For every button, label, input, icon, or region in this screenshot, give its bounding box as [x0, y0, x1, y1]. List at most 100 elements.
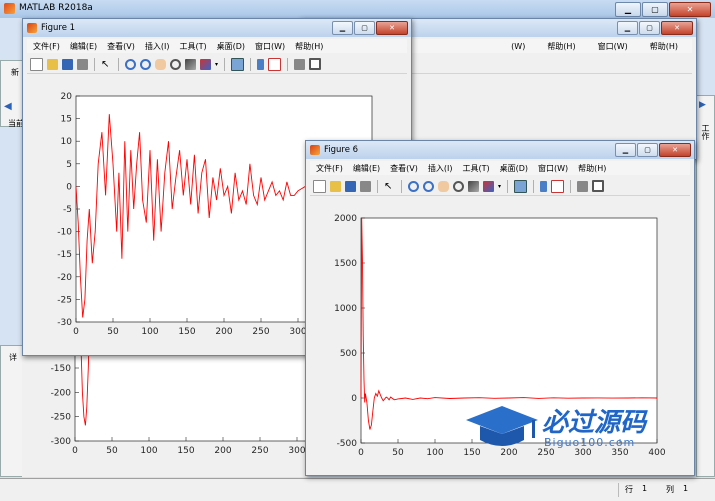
brush-icon[interactable] — [200, 58, 211, 70]
brush-dropdown-icon[interactable]: ▾ — [215, 61, 218, 68]
legend-icon[interactable] — [551, 179, 565, 193]
figure6-close-button[interactable]: ✕ — [659, 143, 691, 157]
print-icon[interactable] — [77, 58, 88, 70]
bg_chart-ytick-label: -250 — [51, 413, 72, 423]
link-plot-icon[interactable] — [514, 179, 528, 193]
menu-window[interactable]: 窗口(W) — [255, 41, 285, 52]
bg-menu-fragment-1[interactable]: (W) — [511, 42, 525, 51]
zoom-in-icon[interactable] — [408, 180, 419, 192]
bg-close-button[interactable]: ✕ — [661, 21, 693, 35]
bg_chart-xtick-label: 250 — [251, 446, 268, 456]
colorbar-icon[interactable] — [540, 180, 548, 192]
back-arrow-icon[interactable]: ◀ — [4, 101, 12, 112]
open-folder-icon[interactable] — [47, 58, 58, 70]
watermark-url: Biguo100.com — [544, 436, 636, 449]
menu-edit[interactable]: 编辑(E) — [70, 41, 97, 52]
link-plot-icon[interactable] — [231, 57, 245, 71]
menu-file[interactable]: 文件(F) — [33, 41, 60, 52]
pan-hand-icon[interactable] — [438, 180, 449, 192]
figure6-maximize-button[interactable]: ▢ — [637, 143, 658, 157]
right-arrow-icon[interactable]: ▶ — [699, 100, 706, 110]
brush-dropdown-icon[interactable]: ▾ — [498, 183, 501, 190]
menu-view[interactable]: 查看(V) — [390, 163, 418, 174]
menu-edit[interactable]: 编辑(E) — [353, 163, 380, 174]
figure6-ytick-label: 2000 — [334, 214, 357, 224]
zoom-in-icon[interactable] — [125, 58, 136, 70]
bg_chart-xtick-label: 150 — [177, 446, 194, 456]
brush-icon[interactable] — [483, 180, 494, 192]
figure1-ytick-label: -30 — [57, 318, 72, 328]
show-plot-tools-icon[interactable] — [592, 180, 605, 192]
matlab-app-icon — [4, 3, 15, 14]
watermark: 必过源码 Biguo100.com — [462, 400, 662, 460]
bg_chart-xtick-label: 50 — [106, 446, 118, 456]
figure6-xtick-label: 50 — [392, 448, 404, 458]
bg-menu-fragment-4[interactable]: 帮助(H) — [650, 41, 678, 52]
figure6-title: Figure 6 — [324, 145, 359, 155]
bg-maximize-button[interactable]: ▢ — [639, 21, 660, 35]
bg-menu-fragment-2[interactable]: 帮助(H) — [547, 41, 575, 52]
menu-help[interactable]: 帮助(H) — [295, 41, 323, 52]
pan-hand-icon[interactable] — [155, 58, 166, 70]
menu-file[interactable]: 文件(F) — [316, 163, 343, 174]
data-cursor-icon[interactable] — [185, 58, 196, 70]
figure-app-icon — [310, 145, 320, 155]
figure6-ytick-label: -500 — [337, 439, 358, 449]
figure1-xtick-label: 200 — [215, 327, 232, 337]
data-cursor-icon[interactable] — [468, 180, 479, 192]
background-figure-lower: -150 -200 -250 -300 0 50 100 150 200 250 300 — [22, 294, 372, 477]
colorbar-icon[interactable] — [257, 58, 265, 70]
figure1-xtick-label: 100 — [141, 327, 158, 337]
figure1-xtick-label: 250 — [252, 327, 269, 337]
figure1-titlebar[interactable]: Figure 1 ▁ ▢ ✕ — [23, 19, 411, 37]
print-icon[interactable] — [360, 180, 371, 192]
figure6-minimize-button[interactable]: ▁ — [615, 143, 636, 157]
figure1-minimize-button[interactable]: ▁ — [332, 21, 353, 35]
rotate-icon[interactable] — [170, 58, 181, 70]
menu-insert[interactable]: 插入(I) — [428, 163, 453, 174]
figure1-close-button[interactable]: ✕ — [376, 21, 408, 35]
maximize-button[interactable]: ▢ — [642, 2, 668, 17]
figure1-title: Figure 1 — [41, 23, 76, 33]
menu-tools[interactable]: 工具(T) — [462, 163, 489, 174]
menu-insert[interactable]: 插入(I) — [145, 41, 170, 52]
zoom-out-icon[interactable] — [423, 180, 434, 192]
figure6-toolbar: ↖ ▾ — [310, 177, 690, 196]
bg_chart-ytick-label: -200 — [51, 388, 72, 398]
pointer-icon[interactable]: ↖ — [384, 181, 395, 192]
menu-view[interactable]: 查看(V) — [107, 41, 135, 52]
rotate-icon[interactable] — [453, 180, 464, 192]
menu-desktop[interactable]: 桌面(D) — [217, 41, 245, 52]
pointer-icon[interactable]: ↖ — [101, 59, 112, 70]
bg_chart-xtick-label: 200 — [214, 446, 231, 456]
left-toolstrip: 新 ◀ — [0, 60, 24, 127]
menu-tools[interactable]: 工具(T) — [179, 41, 206, 52]
new-figure-icon[interactable] — [30, 57, 43, 71]
hide-plot-tools-icon[interactable] — [577, 180, 589, 192]
background-plot: -150-200-250-3000 50 100 150 200 250 300 — [51, 294, 372, 456]
menu-desktop[interactable]: 桌面(D) — [500, 163, 528, 174]
status-bar: 行 1 列 1 — [0, 478, 715, 501]
main-titlebar[interactable]: MATLAB R2018a ▁ ▢ ✕ — [0, 0, 715, 18]
hide-plot-tools-icon[interactable] — [294, 58, 306, 70]
minimize-button[interactable]: ▁ — [615, 2, 641, 17]
open-folder-icon[interactable] — [330, 180, 341, 192]
figure1-xtick-label: 50 — [107, 327, 119, 337]
close-button[interactable]: ✕ — [669, 2, 711, 17]
figure1-menubar: 文件(F) 编辑(E) 查看(V) 插入(I) 工具(T) 桌面(D) 窗口(W… — [27, 39, 407, 53]
menu-help[interactable]: 帮助(H) — [578, 163, 606, 174]
zoom-out-icon[interactable] — [140, 58, 151, 70]
main-window-title: MATLAB R2018a — [19, 3, 93, 13]
figure1-maximize-button[interactable]: ▢ — [354, 21, 375, 35]
figure6-titlebar[interactable]: Figure 6 ▁ ▢ ✕ — [306, 141, 694, 159]
figure1-xtick-label: 0 — [73, 327, 79, 337]
bg-minimize-button[interactable]: ▁ — [617, 21, 638, 35]
save-icon[interactable] — [62, 58, 73, 70]
save-icon[interactable] — [345, 180, 356, 192]
legend-icon[interactable] — [268, 57, 282, 71]
show-plot-tools-icon[interactable] — [309, 58, 322, 70]
figure1-ytick-label: 5 — [66, 160, 72, 170]
new-figure-icon[interactable] — [313, 179, 326, 193]
bg-menu-fragment-3[interactable]: 窗口(W) — [598, 41, 628, 52]
menu-window[interactable]: 窗口(W) — [538, 163, 568, 174]
